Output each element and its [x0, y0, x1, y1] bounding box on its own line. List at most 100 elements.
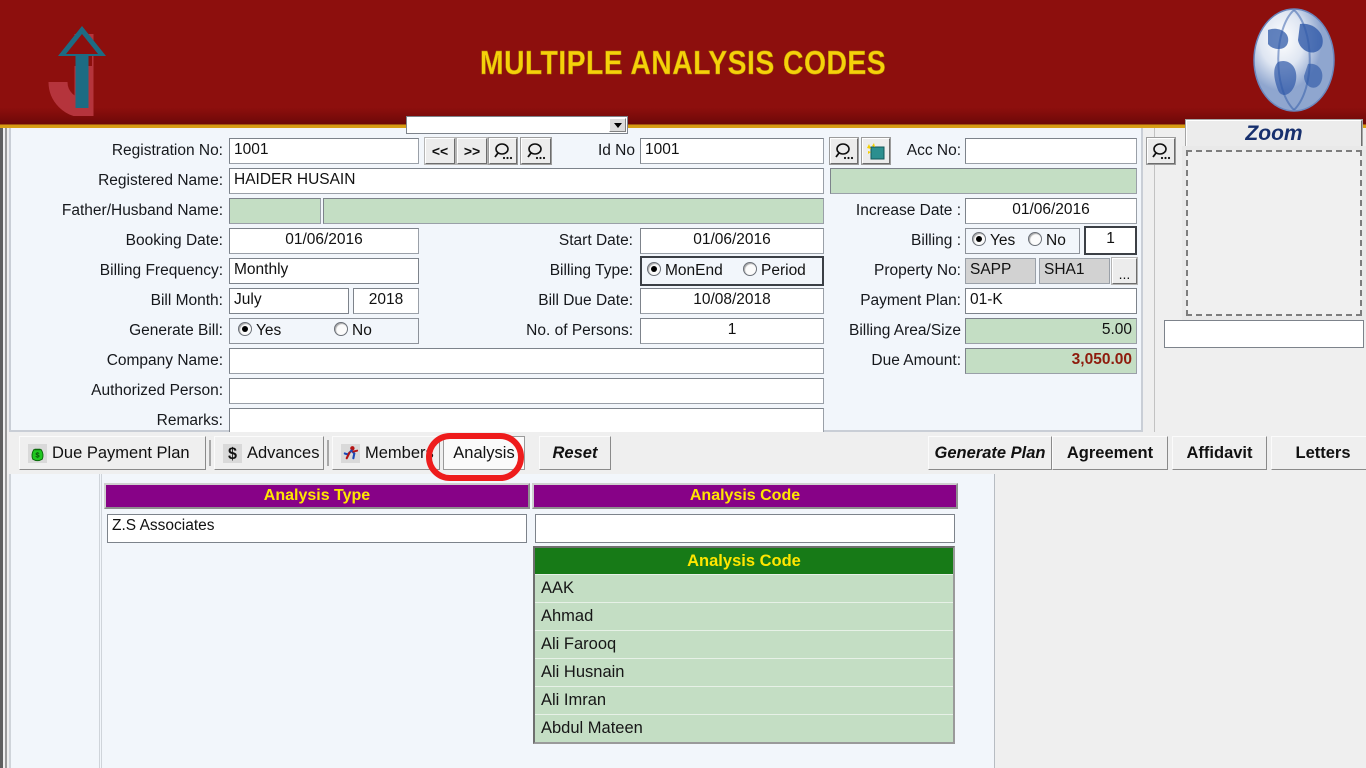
- registered-name-input[interactable]: HAIDER HUSAIN: [229, 168, 824, 194]
- booking-date-label: Booking Date:: [125, 232, 223, 249]
- authorized-person-label: Authorized Person:: [91, 382, 223, 399]
- grid-left-gutter: [99, 474, 102, 768]
- tab-separator: [209, 440, 211, 466]
- radio-unselected-icon: [743, 262, 757, 276]
- due-amount-label: Due Amount:: [871, 352, 961, 369]
- id-no-input[interactable]: 1001: [640, 138, 824, 164]
- radio-selected-icon: [647, 262, 661, 276]
- new-account-icon-button[interactable]: [861, 137, 891, 165]
- analysis-type-column-header: Analysis Type: [104, 483, 530, 509]
- registration-form-panel: Registration No: 1001 << >> Id No 1001 A…: [9, 116, 1176, 434]
- list-item[interactable]: Ahmad: [535, 602, 953, 630]
- billing-yes-radio[interactable]: Yes: [972, 232, 1015, 250]
- page-title: MULTIPLE ANALYSIS CODES: [479, 44, 887, 82]
- billing-type-monend-radio[interactable]: MonEnd: [647, 262, 723, 280]
- runner-icon: [341, 443, 360, 463]
- tab-label: Members: [365, 443, 434, 462]
- list-item[interactable]: AAK: [535, 574, 953, 602]
- remarks-label: Remarks:: [156, 412, 223, 429]
- generate-bill-no-radio[interactable]: No: [334, 322, 372, 340]
- no-of-persons-input[interactable]: 1: [640, 318, 824, 344]
- radio-selected-icon: [972, 232, 986, 246]
- magnifier-icon: [835, 142, 854, 159]
- property-no-input[interactable]: SHA1: [1039, 258, 1110, 284]
- list-item[interactable]: Abdul Mateen: [535, 714, 953, 742]
- tab-due-payment-plan[interactable]: $ Due Payment Plan: [19, 436, 206, 470]
- generate-bill-label: Generate Bill:: [129, 322, 223, 339]
- search-registration-icon-button[interactable]: [488, 137, 518, 165]
- application-window: Registration No: 1001 << >> Id No 1001 A…: [0, 116, 1366, 768]
- registered-name-label: Registered Name:: [98, 172, 223, 189]
- authorized-person-input[interactable]: [229, 378, 824, 404]
- id-no-label: Id No: [597, 142, 635, 159]
- radio-selected-icon: [238, 322, 252, 336]
- search-account-icon-button[interactable]: [829, 137, 859, 165]
- zoom-button[interactable]: Zoom: [1185, 119, 1363, 149]
- tab-advances[interactable]: $ Advances: [214, 436, 324, 470]
- chevron-down-icon[interactable]: [609, 118, 626, 132]
- agreement-button[interactable]: Agreement: [1052, 436, 1168, 470]
- bill-due-date-input[interactable]: 10/08/2018: [640, 288, 824, 314]
- tab-label: Advances: [247, 443, 320, 462]
- analysis-code-select[interactable]: [535, 514, 955, 543]
- billing-type-radio-group: MonEnd Period: [640, 256, 824, 286]
- generate-plan-button[interactable]: Generate Plan: [928, 436, 1052, 470]
- zoom-panel-select[interactable]: [1164, 320, 1364, 348]
- tab-analysis[interactable]: Analysis: [443, 436, 525, 470]
- start-date-input[interactable]: 01/06/2016: [640, 228, 824, 254]
- father-husband-name-code-input[interactable]: [229, 198, 321, 224]
- remarks-input[interactable]: [229, 408, 824, 434]
- generate-bill-yes-radio[interactable]: Yes: [238, 322, 281, 340]
- company-name-label: Company Name:: [106, 352, 223, 369]
- clipped-top-combobox[interactable]: [406, 116, 628, 134]
- billing-count-input[interactable]: 1: [1084, 226, 1137, 255]
- no-of-persons-label: No. of Persons:: [526, 322, 633, 339]
- analysis-type-select[interactable]: Z.S Associates: [107, 514, 527, 543]
- payment-plan-label: Payment Plan:: [860, 292, 961, 309]
- property-no-browse-button[interactable]: ...: [1111, 257, 1138, 285]
- list-item[interactable]: Ali Husnain: [535, 658, 953, 686]
- billing-no-radio[interactable]: No: [1028, 232, 1066, 250]
- start-date-label: Start Date:: [558, 232, 633, 249]
- registration-no-input[interactable]: 1001: [229, 138, 419, 164]
- bill-year-input[interactable]: 2018: [353, 288, 419, 314]
- affidavit-button[interactable]: Affidavit: [1172, 436, 1267, 470]
- registration-no-label: Registration No:: [111, 142, 223, 159]
- new-document-sparkle-icon: [867, 142, 885, 159]
- list-item[interactable]: Ali Imran: [535, 686, 953, 714]
- prev-record-button[interactable]: <<: [424, 137, 456, 165]
- billing-type-period-radio[interactable]: Period: [743, 262, 806, 280]
- increase-date-input[interactable]: 01/06/2016: [965, 198, 1137, 224]
- tab-label: Analysis: [453, 443, 515, 462]
- tab-members[interactable]: Members: [332, 436, 440, 470]
- billing-area-size-input[interactable]: 5.00: [965, 318, 1137, 344]
- father-husband-name-input[interactable]: [323, 198, 824, 224]
- search-registration-alt-icon-button[interactable]: [520, 137, 552, 165]
- registered-name-extra-field[interactable]: [830, 168, 1137, 194]
- radio-unselected-icon: [334, 322, 348, 336]
- tab-label: Due Payment Plan: [52, 443, 190, 462]
- dropdown-list-header: Analysis Code: [535, 548, 953, 574]
- booking-date-input[interactable]: 01/06/2016: [229, 228, 419, 254]
- button-label: Generate Plan: [934, 443, 1046, 462]
- magnifier-icon: [527, 142, 546, 159]
- payment-plan-select[interactable]: 01-K: [965, 288, 1137, 314]
- billing-label: Billing :: [911, 232, 961, 249]
- photo-placeholder[interactable]: [1186, 150, 1362, 316]
- property-no-prefix-input[interactable]: SAPP: [965, 258, 1036, 284]
- acc-no-input[interactable]: [965, 138, 1137, 164]
- letters-button[interactable]: Letters: [1271, 436, 1366, 470]
- bill-month-label: Bill Month:: [150, 292, 223, 309]
- bill-month-select[interactable]: July: [229, 288, 349, 314]
- page-banner: MULTIPLE ANALYSIS CODES: [0, 0, 1366, 128]
- magnifier-icon: [494, 142, 513, 159]
- billing-frequency-select[interactable]: Monthly: [229, 258, 419, 284]
- list-item[interactable]: Ali Farooq: [535, 630, 953, 658]
- zoom-image-panel: Zoom: [1164, 119, 1366, 353]
- company-name-input[interactable]: [229, 348, 824, 374]
- analysis-code-dropdown-list[interactable]: Analysis Code AAK Ahmad Ali Farooq Ali H…: [533, 546, 955, 744]
- reset-button[interactable]: Reset: [539, 436, 611, 470]
- next-record-button[interactable]: >>: [456, 137, 488, 165]
- svg-text:$: $: [228, 445, 237, 463]
- billing-radio-group: Yes No: [965, 228, 1080, 254]
